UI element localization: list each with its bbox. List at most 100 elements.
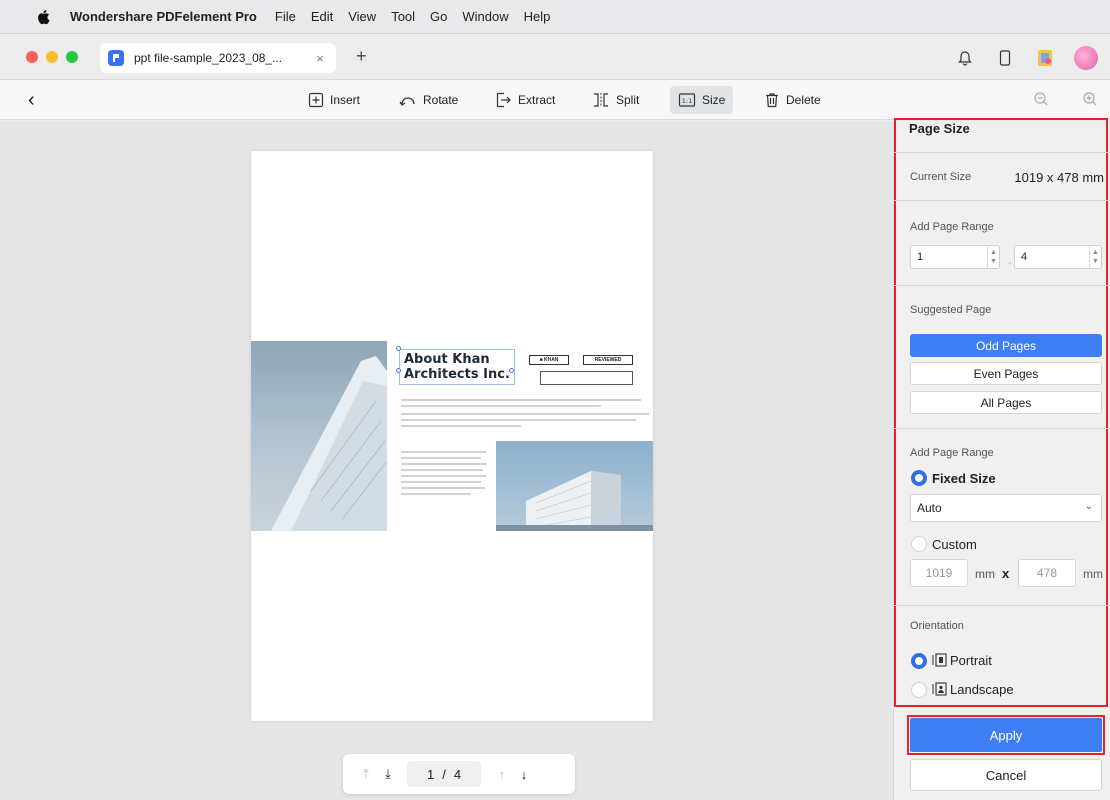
divider <box>894 285 1110 286</box>
extract-icon <box>494 92 512 108</box>
size-preset-select[interactable]: Auto ⌄ <box>910 494 1102 522</box>
selection-handle[interactable] <box>396 346 401 351</box>
back-button[interactable]: ‹ <box>28 89 35 112</box>
range-to-stepper-icon[interactable]: ▲ ▼ <box>1089 246 1101 268</box>
menu-view[interactable]: View <box>348 9 376 24</box>
cancel-button[interactable]: Cancel <box>910 759 1102 791</box>
width-unit: mm <box>975 567 995 581</box>
extract-label: Extract <box>518 93 556 107</box>
insert-icon <box>308 92 324 108</box>
menu-edit[interactable]: Edit <box>311 9 333 24</box>
insert-button[interactable]: Insert <box>300 86 368 114</box>
page-navigation: ⤒ ⤓ 1 / 4 ↑ ↓ <box>343 754 575 794</box>
new-tab-button[interactable]: + <box>356 46 367 67</box>
odd-pages-button[interactable]: Odd Pages <box>910 334 1102 357</box>
size-icon: 1:1 <box>678 92 696 108</box>
stats-table <box>540 371 633 385</box>
tab-bar: ppt file-sample_2023_08_... × + <box>0 34 1110 80</box>
pdfelement-logo-icon <box>108 50 124 66</box>
apple-icon[interactable] <box>36 9 50 25</box>
zoom-in-icon[interactable] <box>1082 91 1098 107</box>
page-range-label-2: Add Page Range <box>910 447 994 459</box>
slide-title-line2: Architects Inc. <box>404 367 510 382</box>
extract-button[interactable]: Extract <box>486 86 563 114</box>
delete-button[interactable]: Delete <box>756 86 829 114</box>
gift-icon[interactable] <box>1034 47 1056 69</box>
custom-width-input[interactable]: 1019 <box>910 559 968 587</box>
last-page-icon[interactable]: ⤓ <box>377 766 399 782</box>
landscape-label: Landscape <box>950 682 1014 697</box>
close-tab-icon[interactable]: × <box>312 51 328 66</box>
first-page-icon[interactable]: ⤒ <box>355 766 377 782</box>
selection-handle[interactable] <box>509 368 514 373</box>
split-icon <box>592 92 610 108</box>
building-photo-right <box>496 441 653 531</box>
all-pages-button[interactable]: All Pages <box>910 391 1102 414</box>
khan-logo: ■ KHAN <box>529 355 569 365</box>
bell-icon[interactable] <box>954 47 976 69</box>
range-from-stepper-icon[interactable]: ▲ ▼ <box>987 246 999 268</box>
reviewed-badge: REVIEWED <box>583 355 633 365</box>
rotate-button[interactable]: Rotate <box>391 86 466 114</box>
current-size-value: 1019 x 478 mm <box>1014 170 1104 185</box>
even-pages-button[interactable]: Even Pages <box>910 362 1102 385</box>
divider <box>894 200 1110 201</box>
portrait-radio[interactable] <box>911 653 927 669</box>
page-number-field[interactable]: 1 / 4 <box>407 761 481 787</box>
text-line <box>401 487 485 489</box>
rotate-label: Rotate <box>423 93 459 107</box>
app-name-menu[interactable]: Wondershare PDFelement Pro <box>70 9 257 24</box>
size-preset-value: Auto <box>917 501 942 515</box>
svg-text:1:1: 1:1 <box>682 97 692 105</box>
menu-help[interactable]: Help <box>524 9 551 24</box>
page-thumbnail[interactable]: About Khan Architects Inc. ■ KHAN REVIEW… <box>251 151 653 721</box>
text-line <box>401 475 486 477</box>
custom-radio[interactable] <box>911 536 927 552</box>
next-page-icon[interactable]: ↓ <box>513 767 535 782</box>
height-unit: mm <box>1083 567 1103 581</box>
minimize-window-button[interactable] <box>46 51 58 63</box>
custom-label: Custom <box>932 537 977 552</box>
page-separator: / <box>442 766 446 782</box>
text-line <box>401 493 471 495</box>
text-line <box>401 413 649 415</box>
menu-bar: Wondershare PDFelement Pro File Edit Vie… <box>0 0 1110 34</box>
close-window-button[interactable] <box>26 51 38 63</box>
menu-file[interactable]: File <box>275 9 296 24</box>
menu-tool[interactable]: Tool <box>391 9 415 24</box>
landscape-radio[interactable] <box>911 682 927 698</box>
suggested-page-label: Suggested Page <box>910 304 992 316</box>
range-to-value: 4 <box>1021 251 1028 263</box>
split-button[interactable]: Split <box>584 86 647 114</box>
fixed-size-radio[interactable] <box>911 470 927 486</box>
times-symbol: x <box>1002 566 1010 581</box>
panel-title: Page Size <box>909 121 970 136</box>
divider <box>894 605 1110 606</box>
chevron-down-icon: ⌄ <box>1084 501 1093 512</box>
current-size-label: Current Size <box>910 171 972 183</box>
slide-title-box[interactable]: About Khan Architects Inc. <box>399 349 515 385</box>
range-from-input[interactable]: 1 ▲ ▼ <box>910 245 1000 269</box>
insert-label: Insert <box>330 93 361 107</box>
text-line <box>401 481 481 483</box>
size-button[interactable]: 1:1 Size <box>670 86 734 114</box>
split-label: Split <box>616 93 640 107</box>
selection-handle[interactable] <box>396 368 401 373</box>
custom-height-input[interactable]: 478 <box>1018 559 1076 587</box>
apply-highlight-frame <box>907 715 1105 755</box>
maximize-window-button[interactable] <box>66 51 78 63</box>
text-line <box>401 457 481 459</box>
page-toolbar: ‹ Insert Rotate Extract Split 1:1 Size D… <box>0 80 1110 120</box>
previous-page-icon[interactable]: ↑ <box>491 767 513 782</box>
zoom-out-icon[interactable] <box>1033 91 1049 107</box>
range-to-input[interactable]: 4 ▲ ▼ <box>1014 245 1102 269</box>
document-tab[interactable]: ppt file-sample_2023_08_... × <box>100 43 336 73</box>
page-range-label: Add Page Range <box>910 221 994 233</box>
portrait-label: Portrait <box>950 653 992 668</box>
size-label: Size <box>702 93 726 107</box>
user-avatar[interactable] <box>1074 46 1098 70</box>
phone-icon[interactable] <box>994 47 1016 69</box>
menu-go[interactable]: Go <box>430 9 447 24</box>
text-line <box>401 451 486 453</box>
menu-window[interactable]: Window <box>462 9 508 24</box>
